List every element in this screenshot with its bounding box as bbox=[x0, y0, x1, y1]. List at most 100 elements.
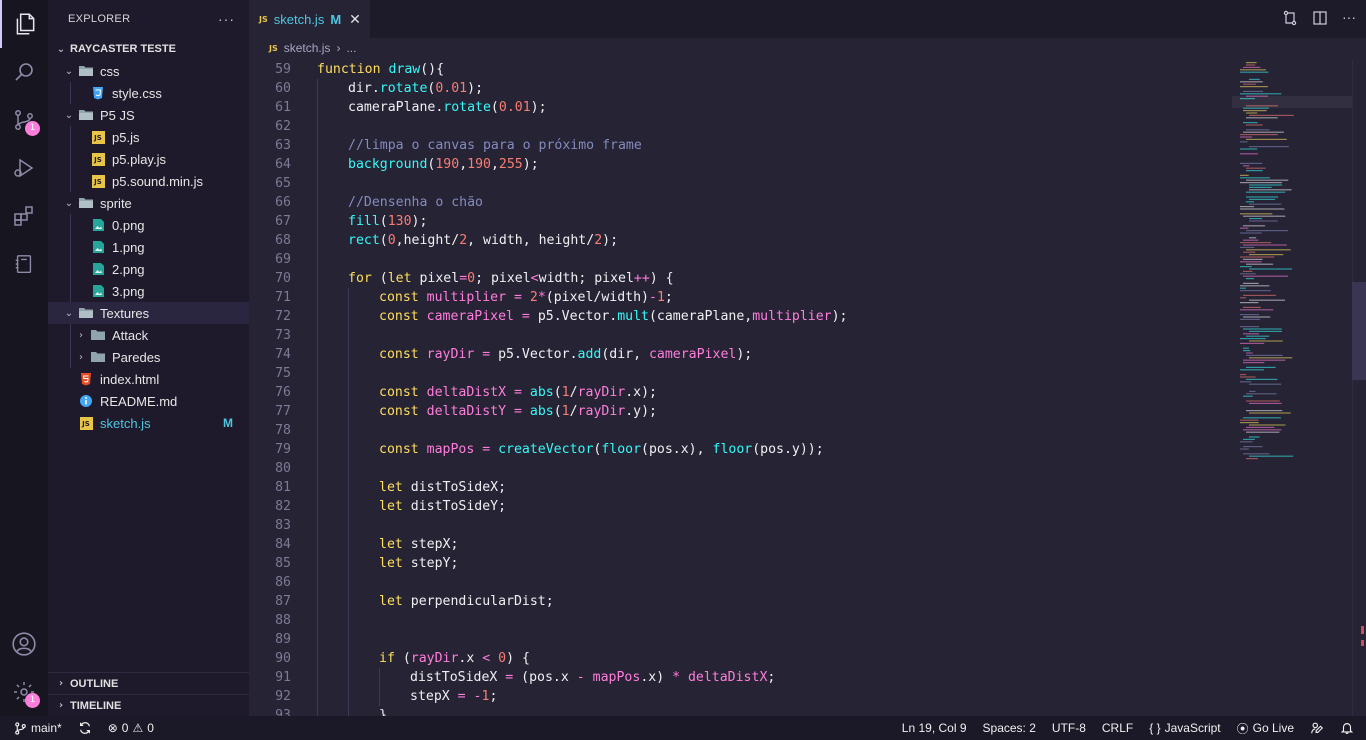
indent-guide bbox=[317, 440, 318, 459]
notebook-icon[interactable] bbox=[0, 240, 48, 288]
settings-gear-icon[interactable]: 1 bbox=[0, 668, 48, 716]
line-number: 65 bbox=[275, 176, 291, 191]
split-editor-icon[interactable] bbox=[1312, 10, 1328, 31]
editor-actions: ··· bbox=[1282, 10, 1356, 31]
go-live-button[interactable]: ⦿ Go Live bbox=[1229, 716, 1302, 740]
code-text: let distToSideX; bbox=[379, 478, 506, 497]
code-line[interactable]: 70 for (let pixel=0; pixel<width; pixel++… bbox=[249, 269, 1229, 288]
code-line[interactable]: 81 let distToSideX; bbox=[249, 478, 1229, 497]
code-line[interactable]: 83 bbox=[249, 516, 1229, 535]
code-text: const mapPos = createVector(floor(pos.x)… bbox=[379, 440, 824, 459]
code-line[interactable]: 77 const deltaDistY = abs(1/rayDir.y); bbox=[249, 402, 1229, 421]
breadcrumb-symbols[interactable]: ... bbox=[346, 41, 356, 55]
indentation[interactable]: Spaces: 2 bbox=[975, 716, 1044, 740]
open-changes-icon[interactable] bbox=[1282, 10, 1298, 31]
code-editor[interactable]: 59 function draw(){60 dir.rotate(0.01); 61 c… bbox=[249, 60, 1229, 716]
code-line[interactable]: 86 bbox=[249, 573, 1229, 592]
code-line[interactable]: 66 //Densenha o chão bbox=[249, 193, 1229, 212]
code-line[interactable]: 78 bbox=[249, 421, 1229, 440]
extensions-icon[interactable] bbox=[0, 192, 48, 240]
code-line[interactable]: 60 dir.rotate(0.01); bbox=[249, 79, 1229, 98]
tree-item-index-html[interactable]: index.html bbox=[48, 368, 249, 390]
tree-item-p5-play-js[interactable]: JS p5.play.js bbox=[48, 148, 249, 170]
code-line[interactable]: 91 distToSideX = (pos.x - mapPos.x) * del… bbox=[249, 668, 1229, 687]
workspace-section[interactable]: ⌄ RAYCASTER TESTE bbox=[48, 38, 249, 60]
code-line[interactable]: 79 const mapPos = createVector(floor(pos.… bbox=[249, 440, 1229, 459]
breadcrumb-file[interactable]: sketch.js bbox=[284, 41, 331, 55]
timeline-section[interactable]: › TIMELINE bbox=[48, 694, 249, 716]
code-token: deltaDistY bbox=[426, 404, 507, 419]
code-line[interactable]: 64 background(190,190,255); bbox=[249, 155, 1229, 174]
code-line[interactable]: 65 bbox=[249, 174, 1229, 193]
code-line[interactable]: 75 bbox=[249, 364, 1229, 383]
code-line[interactable]: 67 fill(130); bbox=[249, 212, 1229, 231]
outline-section[interactable]: › OUTLINE bbox=[48, 672, 249, 694]
indent-guide bbox=[348, 535, 349, 554]
tree-item-textures[interactable]: ⌄ Textures bbox=[48, 302, 249, 324]
tree-item-readme-md[interactable]: README.md bbox=[48, 390, 249, 412]
end-of-line[interactable]: CRLF bbox=[1094, 716, 1141, 740]
tree-item-paredes[interactable]: › Paredes bbox=[48, 346, 249, 368]
indent-guide bbox=[70, 346, 71, 368]
tree-item-sketch-js[interactable]: JS sketch.js M bbox=[48, 412, 249, 434]
cursor-position[interactable]: Ln 19, Col 9 bbox=[894, 716, 975, 740]
code-line[interactable]: 71 const multiplier = 2*(pixel/width)-1; bbox=[249, 288, 1229, 307]
code-line[interactable]: 72 const cameraPixel = p5.Vector.mult(cam… bbox=[249, 307, 1229, 326]
minimap-line bbox=[1249, 237, 1257, 239]
account-icon[interactable] bbox=[0, 620, 48, 668]
code-line[interactable]: 89 bbox=[249, 630, 1229, 649]
code-line[interactable]: 59 function draw(){ bbox=[249, 60, 1229, 79]
code-line[interactable]: 88 bbox=[249, 611, 1229, 630]
problems-indicator[interactable]: ⊗ 0 ⚠ 0 bbox=[100, 716, 162, 740]
scrollbar-thumb[interactable] bbox=[1352, 282, 1366, 380]
code-line[interactable]: 69 bbox=[249, 250, 1229, 269]
code-line[interactable]: 63 //limpa o canvas para o próximo frame bbox=[249, 136, 1229, 155]
close-icon[interactable]: ✕ bbox=[349, 12, 361, 28]
sync-icon[interactable] bbox=[70, 716, 100, 740]
more-actions-icon[interactable]: ··· bbox=[1342, 10, 1356, 31]
modified-indicator: M bbox=[330, 12, 342, 27]
tree-item-p5-js[interactable]: JS p5.js bbox=[48, 126, 249, 148]
vertical-scrollbar[interactable] bbox=[1352, 60, 1366, 716]
run-debug-icon[interactable] bbox=[0, 144, 48, 192]
minimap-line bbox=[1249, 218, 1263, 220]
code-line[interactable]: 74 const rayDir = p5.Vector.add(dir, came… bbox=[249, 345, 1229, 364]
code-line[interactable]: 82 let distToSideY; bbox=[249, 497, 1229, 516]
tab-sketch-js[interactable]: JS sketch.js M ✕ bbox=[249, 0, 370, 38]
tree-item-2-png[interactable]: 2.png bbox=[48, 258, 249, 280]
tree-item-p5-sound-min-js[interactable]: JS p5.sound.min.js bbox=[48, 170, 249, 192]
code-line[interactable]: 73 bbox=[249, 326, 1229, 345]
encoding[interactable]: UTF-8 bbox=[1044, 716, 1094, 740]
code-line[interactable]: 93} bbox=[249, 706, 1229, 716]
language-mode[interactable]: { } JavaScript bbox=[1141, 716, 1228, 740]
branch-indicator[interactable]: main* bbox=[0, 716, 70, 740]
tree-item-1-png[interactable]: 1.png bbox=[48, 236, 249, 258]
tree-item-0-png[interactable]: 0.png bbox=[48, 214, 249, 236]
tree-item-css[interactable]: ⌄ css bbox=[48, 60, 249, 82]
more-actions-icon[interactable]: ··· bbox=[218, 11, 235, 27]
code-line[interactable]: 85 let stepY; bbox=[249, 554, 1229, 573]
notifications-icon[interactable] bbox=[1332, 716, 1366, 740]
minimap-line bbox=[1249, 203, 1282, 205]
code-line[interactable]: 84 let stepX; bbox=[249, 535, 1229, 554]
code-line[interactable]: 87 let perpendicularDist; bbox=[249, 592, 1229, 611]
code-line[interactable]: 76 const deltaDistX = abs(1/rayDir.x); bbox=[249, 383, 1229, 402]
tree-item-sprite[interactable]: ⌄ sprite bbox=[48, 192, 249, 214]
tree-item-attack[interactable]: › Attack bbox=[48, 324, 249, 346]
minimap[interactable] bbox=[1232, 60, 1352, 470]
minimap-line bbox=[1249, 383, 1282, 385]
tree-item-3-png[interactable]: 3.png bbox=[48, 280, 249, 302]
tree-item-p5-js[interactable]: ⌄ P5 JS bbox=[48, 104, 249, 126]
code-line[interactable]: 61 cameraPlane.rotate(0.01); bbox=[249, 98, 1229, 117]
files-icon[interactable] bbox=[0, 0, 48, 48]
code-line[interactable]: 62 bbox=[249, 117, 1229, 136]
tree-item-style-css[interactable]: style.css bbox=[48, 82, 249, 104]
explorer-header: EXPLORER ··· bbox=[48, 0, 249, 38]
search-icon[interactable] bbox=[0, 48, 48, 96]
feedback-icon[interactable] bbox=[1302, 716, 1332, 740]
code-line[interactable]: 80 bbox=[249, 459, 1229, 478]
code-line[interactable]: 68 rect(0,height/2, width, height/2); bbox=[249, 231, 1229, 250]
code-line[interactable]: 92 stepX = -1; bbox=[249, 687, 1229, 706]
source-control-icon[interactable]: 1 bbox=[0, 96, 48, 144]
code-line[interactable]: 90 if (rayDir.x < 0) { bbox=[249, 649, 1229, 668]
